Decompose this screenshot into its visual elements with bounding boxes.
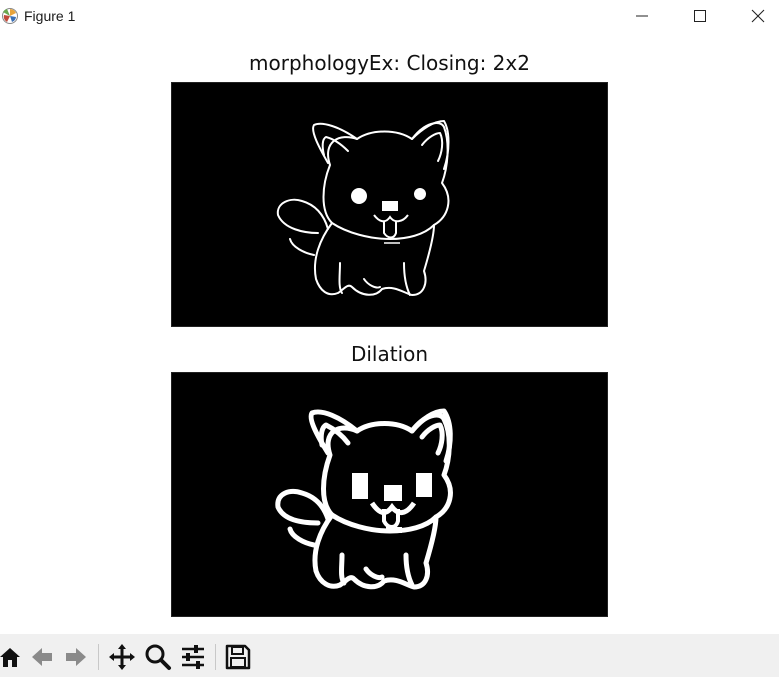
matplotlib-logo-icon (2, 8, 18, 24)
pan-button[interactable] (107, 642, 137, 672)
title-bar: Figure 1 (0, 0, 779, 34)
save-icon (225, 644, 251, 670)
navigation-toolbar (0, 634, 779, 677)
window-title: Figure 1 (24, 8, 76, 24)
home-icon (0, 648, 20, 667)
configure-subplots-icon (182, 645, 204, 669)
forward-button[interactable] (61, 642, 91, 672)
close-icon (751, 9, 765, 23)
zoom-button[interactable] (143, 642, 173, 672)
minimize-icon (636, 15, 648, 17)
figure-canvas[interactable]: morphologyEx: Closing: 2x2 Dilation (0, 34, 779, 634)
zoom-icon (145, 644, 171, 670)
figure-window: Figure 1 morphologyEx: Closing: 2x2 Dila… (0, 0, 779, 677)
minimize-button[interactable] (613, 0, 671, 32)
subplot-title-closing: morphologyEx: Closing: 2x2 (249, 51, 530, 75)
save-button[interactable] (223, 642, 253, 672)
close-button[interactable] (729, 0, 779, 32)
configure-subplots-button[interactable] (178, 642, 208, 672)
back-button[interactable] (27, 642, 57, 672)
closing-fox-image (276, 120, 450, 296)
dilation-image-axes[interactable] (171, 372, 608, 617)
forward-arrow-icon (66, 648, 86, 666)
closing-image-axes[interactable] (171, 82, 608, 327)
maximize-icon (694, 10, 706, 22)
dilation-fox-image (275, 408, 453, 590)
maximize-button[interactable] (671, 0, 729, 32)
home-button[interactable] (0, 642, 25, 672)
subplot-title-dilation: Dilation (350, 342, 429, 366)
pan-icon (109, 644, 135, 670)
toolbar-separator (215, 644, 216, 670)
toolbar-separator (98, 644, 99, 670)
back-arrow-icon (32, 648, 52, 666)
